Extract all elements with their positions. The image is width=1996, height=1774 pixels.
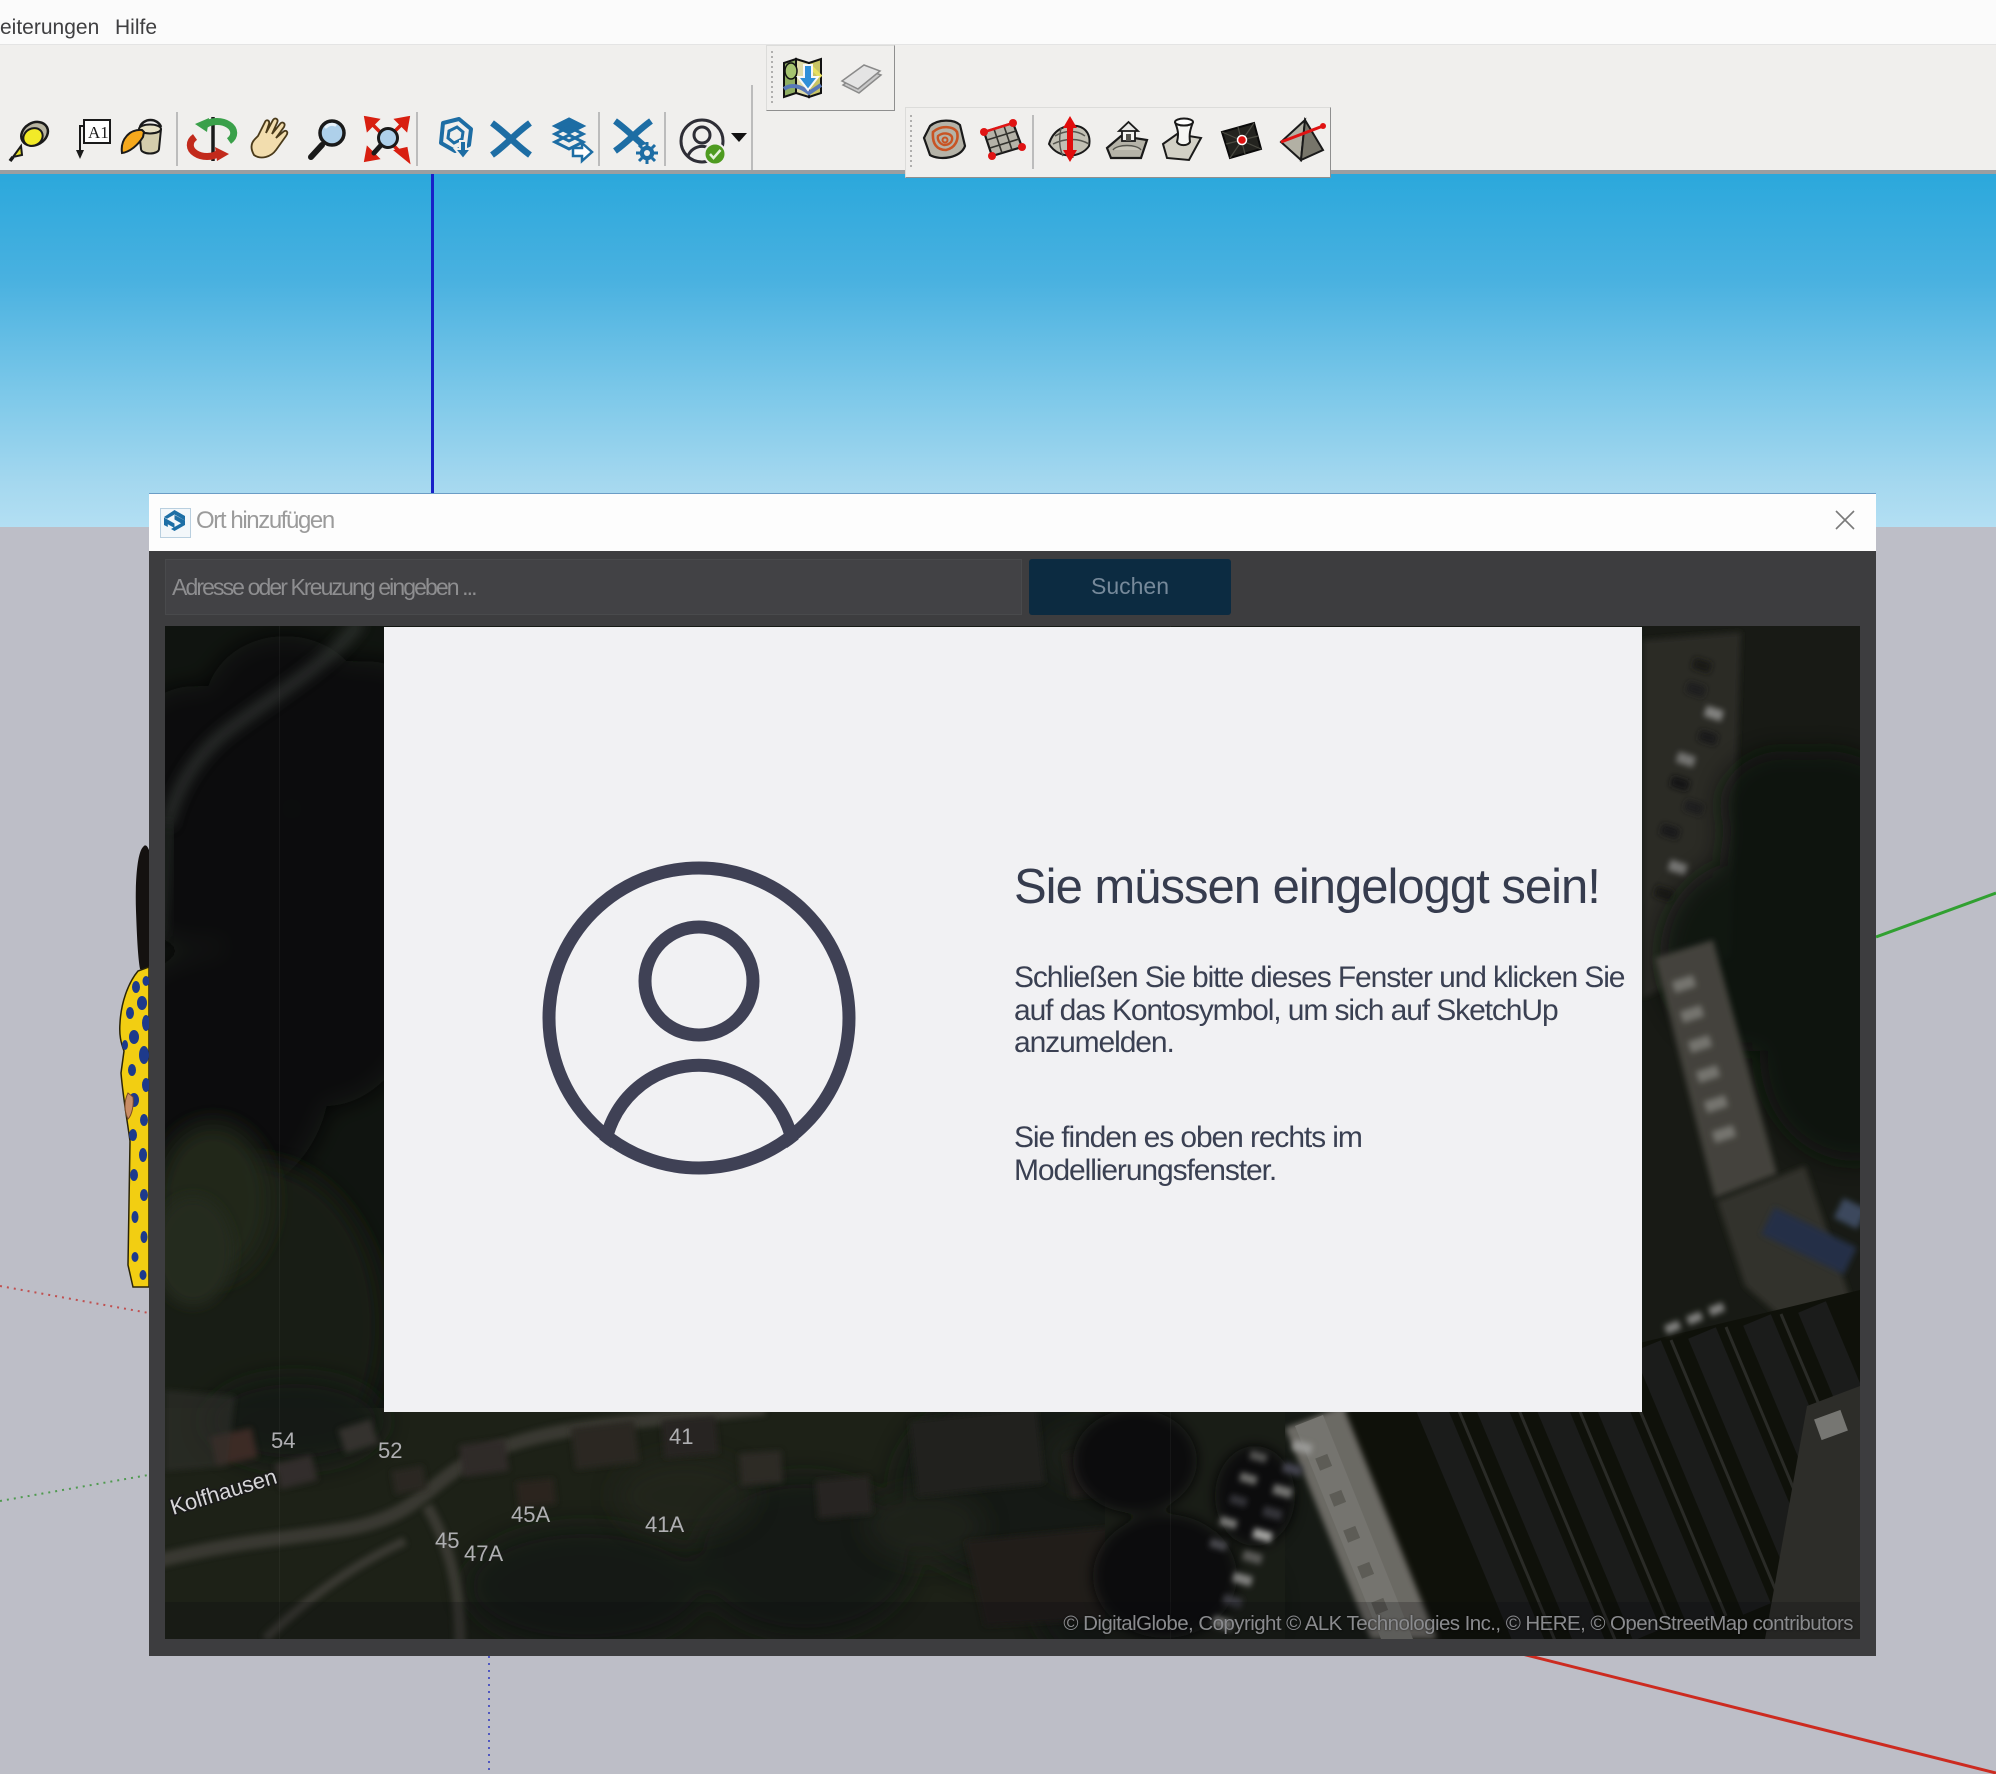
svg-text:A1: A1 <box>88 123 109 142</box>
